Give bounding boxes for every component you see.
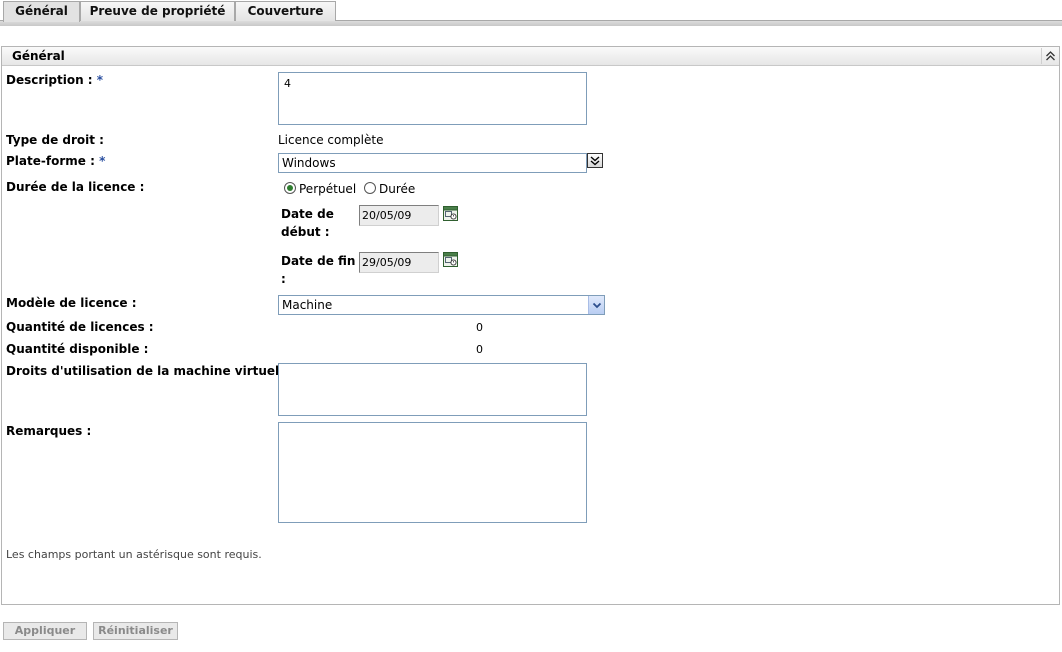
description-label: Description : * [6,73,103,87]
radio-duree[interactable] [364,182,376,194]
double-chevron-up-icon [1046,51,1055,61]
description-field[interactable]: 4 [278,72,587,125]
tab-bar: Général Preuve de propriété Couverture [0,0,1062,28]
quantite-disponible-value: 0 [476,343,483,356]
plateforme-label: Plate-forme : * [6,154,105,168]
modele-licence-select[interactable]: Machine [278,295,605,315]
required-mark: * [99,154,106,168]
droits-vm-field[interactable] [278,363,587,416]
modele-licence-label: Modèle de licence : [6,296,137,310]
plateforme-label-text: Plate-forme : [6,154,95,168]
tab-couverture[interactable]: Couverture [235,1,336,21]
chevron-down-icon [592,302,602,309]
tab-general[interactable]: Général [3,1,80,22]
reset-button[interactable]: Réinitialiser [93,622,178,640]
calendar-icon[interactable] [443,252,458,267]
duree-licence-label: Durée de la licence : [6,180,145,194]
remarques-label: Remarques : [6,424,92,438]
collapse-button[interactable] [1041,48,1058,64]
panel-header: Général [2,47,1059,66]
plateforme-value: Windows [282,156,336,170]
tab-preuve-de-propriete[interactable]: Preuve de propriété [80,1,235,21]
droits-vm-label: Droits d'utilisation de la machine virtu… [6,364,301,378]
date-fin-input[interactable] [359,252,439,273]
plateforme-select[interactable]: Windows [278,153,587,173]
remarques-field[interactable] [278,422,587,523]
apply-button[interactable]: Appliquer [3,622,87,640]
radio-perpetuel[interactable] [284,182,296,194]
double-chevron-down-icon [590,156,600,166]
dropdown-arrow[interactable] [588,296,604,314]
quantite-licences-label: Quantité de licences : [6,320,154,334]
radio-duree-label[interactable]: Durée [379,182,415,196]
date-debut-label-line2: début : [281,225,330,239]
quantite-licences-value: 0 [476,321,483,334]
type-droit-label: Type de droit : [6,133,104,147]
date-debut-label-line1: Date de [281,207,334,221]
plateforme-picker-button[interactable] [587,153,603,168]
required-mark: * [96,73,104,87]
date-fin-label-line2: : [281,272,286,286]
date-debut-input[interactable] [359,205,439,226]
description-label-text: Description : [6,73,93,87]
type-droit-value: Licence complète [278,133,384,147]
radio-perpetuel-label[interactable]: Perpétuel [299,182,356,196]
required-fields-note: Les champs portant un astérisque sont re… [6,548,262,561]
modele-licence-value: Machine [282,298,333,312]
panel-title: Général [12,49,65,63]
radio-selected-dot [287,185,293,191]
date-fin-label-line1: Date de fin [281,254,356,268]
quantite-disponible-label: Quantité disponible : [6,342,149,356]
calendar-icon[interactable] [443,206,458,221]
